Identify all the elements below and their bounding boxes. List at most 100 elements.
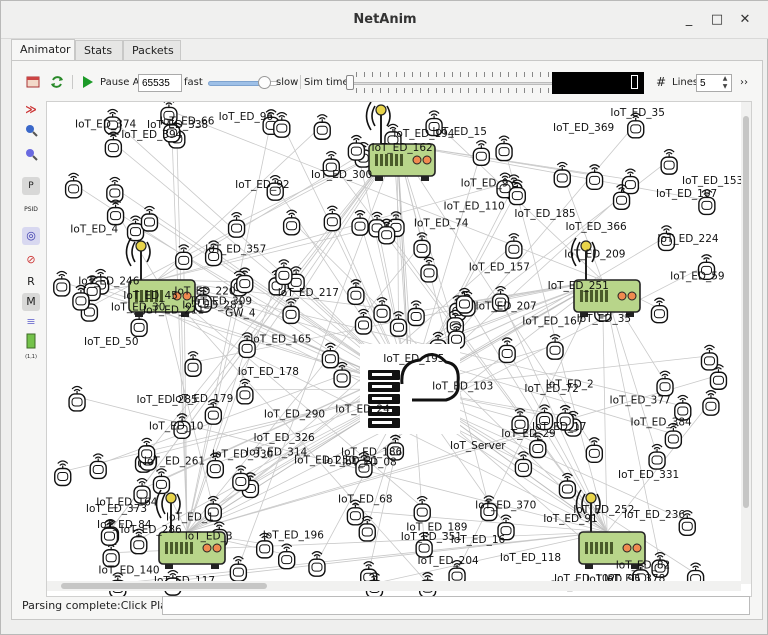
routing-toggle[interactable]: R <box>22 273 40 291</box>
speed-slider-track[interactable] <box>208 81 264 86</box>
wifi-icon <box>500 514 512 521</box>
fast-label: fast <box>184 76 203 88</box>
wifi-icon <box>508 233 520 239</box>
device-body <box>498 344 516 364</box>
speed-slider-handle[interactable] <box>258 76 271 89</box>
device-body <box>546 341 564 360</box>
meta-toggle[interactable]: M <box>22 293 40 311</box>
device-body <box>273 119 291 138</box>
gateway-foot <box>585 564 593 569</box>
wifi-icon <box>701 254 712 260</box>
device-body <box>323 212 342 232</box>
device-body <box>373 304 391 323</box>
end-device-node <box>275 259 293 286</box>
tab-animator[interactable]: Animator <box>11 39 75 61</box>
vent-slot <box>605 542 608 554</box>
node-label: IoT_ED_285 <box>137 394 198 406</box>
maximize-button[interactable]: □ <box>707 10 727 30</box>
no-packets-icon[interactable]: ⊘ <box>22 251 40 269</box>
device-body <box>321 350 340 369</box>
device-body <box>130 318 148 338</box>
psid-icon[interactable]: PSID <box>22 201 40 219</box>
device-body <box>206 459 225 479</box>
play-icon[interactable] <box>82 73 94 91</box>
vent-slot <box>385 154 388 166</box>
status-input-field[interactable] <box>162 596 750 615</box>
status-led <box>202 543 212 553</box>
node-label: IoT_ED_167 <box>522 316 583 328</box>
end-device-node <box>650 297 669 324</box>
node-label: IoT_ED_17 <box>532 421 587 433</box>
node-label: IoT_ED_236 <box>624 509 686 521</box>
sim-time-slider-track[interactable] <box>350 82 554 85</box>
coord-label: (1,1) <box>25 354 37 360</box>
wifi-icon <box>325 151 337 157</box>
node-label: IoT_ED_35 <box>577 313 632 325</box>
node-label: IoT_ED_185 <box>514 208 575 220</box>
device-body <box>621 175 640 195</box>
wifi-icon <box>371 211 383 218</box>
close-button[interactable]: ✕ <box>735 10 755 30</box>
node-label: IoT_ED_92 <box>235 179 290 191</box>
netanim-window: NetAnim _ □ ✕ Animator Stats Packets Pau… <box>0 0 768 635</box>
packet-stats-icon[interactable]: ≡ <box>22 313 40 331</box>
wifi-icon <box>539 404 550 410</box>
pause-at-input[interactable] <box>138 74 182 92</box>
psid-label: PSID <box>24 206 38 213</box>
horizontal-scroll-thumb[interactable] <box>61 583 267 589</box>
device-body <box>255 540 274 559</box>
node-label: IoT_ED_59 <box>670 271 725 283</box>
canvas-vertical-scrollbar[interactable] <box>741 102 751 584</box>
wifi-icon <box>624 168 636 175</box>
server-label: IoT_Server <box>450 440 506 452</box>
vertical-scroll-thumb[interactable] <box>743 116 749 508</box>
device-body <box>236 274 254 294</box>
battery-icon[interactable] <box>22 333 40 351</box>
node-label: IoT_ED_9 <box>461 178 509 190</box>
status-led <box>212 543 222 553</box>
device-body <box>354 316 373 335</box>
device-body <box>514 458 533 478</box>
wifi-icon <box>324 342 336 349</box>
canvas-horizontal-scrollbar[interactable] <box>47 581 741 591</box>
end-device-node <box>553 161 571 188</box>
vent-slot <box>400 154 403 166</box>
zoom-out-icon[interactable] <box>22 147 40 165</box>
wifi-icon <box>498 135 510 142</box>
reload-icon[interactable] <box>50 73 64 91</box>
node-label: IoT_ED_1 <box>166 511 214 523</box>
sim-time-slider-handle[interactable] <box>346 75 354 90</box>
wifi-icon <box>316 114 328 120</box>
node-label: IoT_ED_4 <box>70 224 118 236</box>
lines-spin-arrows[interactable]: ▲ ▼ <box>720 75 730 91</box>
zoom-in-icon[interactable] <box>22 123 40 141</box>
device-body <box>308 558 326 577</box>
wifi-icon <box>57 460 69 466</box>
wifi-icon <box>501 337 513 343</box>
wifi-icon <box>661 225 672 231</box>
animator-toolbar: Pause At fast slow Sim time # Lines ▲▼ ›… <box>12 61 762 101</box>
tab-packets[interactable]: Packets <box>123 40 181 61</box>
device-body <box>282 217 301 236</box>
gateway-foot <box>211 564 219 569</box>
open-file-icon[interactable] <box>26 73 40 91</box>
vent-slot <box>165 542 168 554</box>
grid-icon[interactable]: # <box>656 73 666 91</box>
node-label: IoT_ED_66 <box>160 116 215 128</box>
wifi-icon <box>428 110 440 116</box>
node-trajectory-icon[interactable]: ◎ <box>22 227 40 245</box>
minimize-button[interactable]: _ <box>679 10 699 30</box>
show-ip-icon[interactable]: P <box>22 177 40 195</box>
left-tool-sidebar: ≫ P PSID ◎ ⊘ R M ≡ (1,1) <box>12 101 46 391</box>
pointer-coord-icon[interactable]: (1,1) <box>22 353 40 371</box>
gateway-foot <box>421 176 429 181</box>
device-body <box>472 147 491 166</box>
fit-view-icon[interactable]: ≫ <box>22 101 40 119</box>
device-body <box>313 121 331 140</box>
topology-canvas[interactable]: IoT_ED_24 IoT_ED_283 IoT_ED_338 IoT_ED_2 IoT… <box>46 101 752 597</box>
node-label: IoT_ED_91 <box>543 513 598 525</box>
more-tools-button[interactable]: ›› <box>740 73 748 91</box>
tab-stats[interactable]: Stats <box>75 40 123 61</box>
node-label: IoT_ED_373 <box>86 503 147 515</box>
vent-slot <box>595 542 598 554</box>
